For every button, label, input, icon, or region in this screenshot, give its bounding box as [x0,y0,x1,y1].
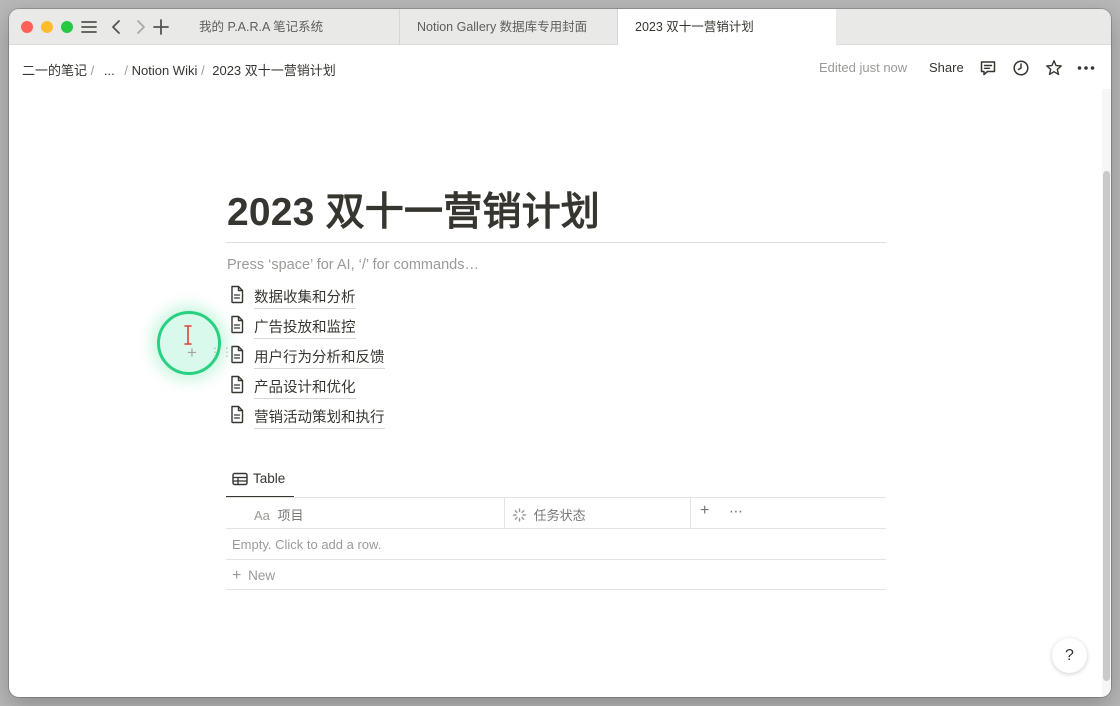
comment-icon[interactable] [979,59,997,77]
title-bar: 我的 P.A.R.A 笔记系统 Notion Gallery 数据库专用封面 2… [9,9,1111,45]
tab-table-view[interactable]: Table [226,468,294,498]
document-icon [229,315,245,334]
tab-current-page[interactable]: 2023 双十一营销计划 [618,9,836,45]
close-window-button[interactable] [21,21,33,33]
hamburger-menu-icon[interactable] [79,16,99,38]
subpage-label[interactable]: 产品设计和优化 [254,376,356,399]
breadcrumb-current[interactable]: 2023 双十一营销计划 [212,63,336,78]
breadcrumb-separator: / [200,63,205,78]
new-row-label: New [248,568,276,583]
minimize-window-button[interactable] [41,21,53,33]
share-button[interactable]: Share [929,60,964,75]
subpage-label[interactable]: 营销活动策划和执行 [254,406,385,429]
table-header-top-border [226,497,886,498]
empty-table-message[interactable]: Empty. Click to add a row. [232,537,381,552]
maximize-window-button[interactable] [61,21,73,33]
add-property-button[interactable]: + [700,502,709,520]
tab-para-notes[interactable]: 我的 P.A.R.A 笔记系统 [182,9,400,45]
breadcrumb-workspace[interactable]: 二一的笔记 [22,63,87,78]
subpage-label[interactable]: 数据收集和分析 [254,286,356,309]
column-header-project[interactable]: Aa 项目 [254,505,304,524]
view-tab-label: Table [253,471,286,486]
table-bottom-border [226,589,886,590]
page-topbar: 二一的笔记 / ... / Notion Wiki / 2023 双十一营销计划… [9,45,1111,89]
subpage-label[interactable]: 用户行为分析和反馈 [254,346,385,369]
table-icon [232,472,248,486]
vertical-scrollbar[interactable] [1102,89,1111,697]
star-icon[interactable] [1045,59,1063,77]
page-title[interactable]: 2023 双十一营销计划 [227,181,600,237]
edited-status: Edited just now [819,60,908,75]
clock-icon[interactable] [1012,59,1030,77]
column-divider[interactable] [504,498,505,529]
breadcrumb-parent[interactable]: Notion Wiki [132,63,198,78]
document-icon [229,375,245,394]
text-property-icon: Aa [254,508,270,523]
column-header-label: 项目 [277,508,304,523]
plus-icon[interactable] [151,16,171,38]
scrollbar-thumb[interactable] [1103,171,1110,681]
app-window: 我的 P.A.R.A 笔记系统 Notion Gallery 数据库专用封面 2… [9,9,1111,697]
column-divider[interactable] [690,498,691,529]
breadcrumb-separator: / [90,63,95,78]
subpage-label[interactable]: 广告投放和监控 [254,316,356,339]
breadcrumb-separator: / [124,63,128,78]
chevron-right-icon[interactable] [130,16,150,38]
document-icon [229,405,245,424]
drag-handle-icon[interactable]: ⋮⋮ [209,345,233,359]
chevron-left-icon[interactable] [107,16,127,38]
loading-status-icon [512,508,527,522]
document-icon [229,285,245,304]
breadcrumb-ellipsis[interactable]: ... [104,63,115,78]
tab-notion-gallery[interactable]: Notion Gallery 数据库专用封面 [400,9,618,45]
column-header-status[interactable]: 任务状态 [512,505,586,524]
table-header-bottom-border [226,528,886,529]
title-divider [226,242,886,243]
empty-block-placeholder[interactable]: Press ‘space’ for AI, ‘/’ for commands… [227,257,479,273]
more-horizontal-icon[interactable] [1076,59,1095,77]
plus-icon: + [232,567,242,584]
more-properties-icon[interactable]: ⋯ [729,503,744,520]
text-cursor-icon [181,324,195,346]
column-header-label: 任务状态 [533,508,586,523]
help-button[interactable]: ? [1052,638,1087,673]
new-row-button[interactable]: + New [232,567,275,585]
breadcrumb: 二一的笔记 / ... / Notion Wiki / 2023 双十一营销计划 [22,60,336,79]
table-row-border [226,559,886,560]
